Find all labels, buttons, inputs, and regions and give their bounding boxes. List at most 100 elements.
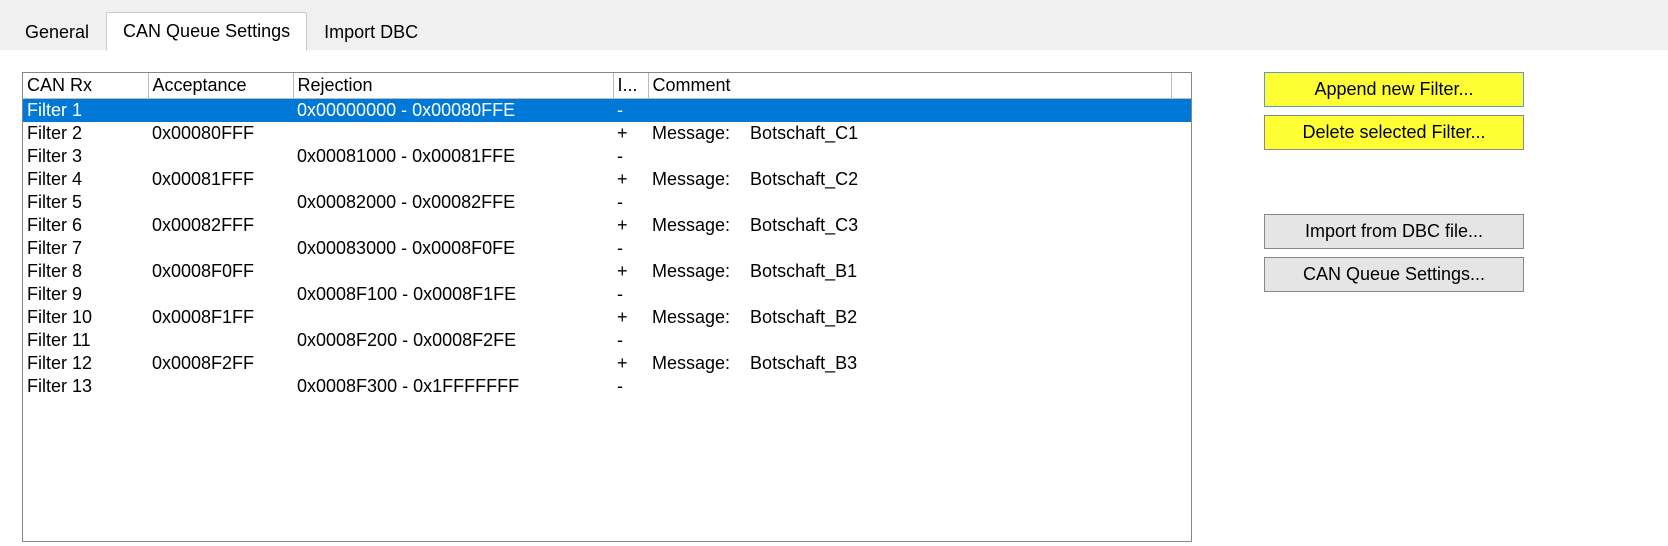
cell-spacer (1171, 237, 1191, 260)
cell-canrx: Filter 2 (23, 122, 148, 145)
cell-acceptance: 0x0008F0FF (148, 260, 293, 283)
col-comment[interactable]: Comment (648, 73, 1171, 99)
comment-value: Botschaft_B3 (750, 353, 857, 374)
cell-rejection: 0x0008F200 - 0x0008F2FE (293, 329, 613, 352)
cell-i: + (613, 306, 648, 329)
cell-rejection (293, 352, 613, 375)
cell-spacer (1171, 214, 1191, 237)
cell-rejection: 0x0008F300 - 0x1FFFFFFF (293, 375, 613, 398)
cell-rejection (293, 306, 613, 329)
cell-spacer (1171, 283, 1191, 306)
cell-rejection (293, 214, 613, 237)
table-row[interactable]: Filter 30x00081000 - 0x00081FFE- (23, 145, 1191, 168)
import-dbc-button[interactable]: Import from DBC file... (1264, 214, 1524, 249)
table-row[interactable]: Filter 80x0008F0FF+Message:Botschaft_B1 (23, 260, 1191, 283)
cell-i: - (613, 283, 648, 306)
tab-import-dbc[interactable]: Import DBC (307, 13, 435, 51)
table-row[interactable]: Filter 10x00000000 - 0x00080FFE- (23, 99, 1191, 123)
table-row[interactable]: Filter 11 0x0008F200 - 0x0008F2FE- (23, 329, 1191, 352)
cell-rejection: 0x00081000 - 0x00081FFE (293, 145, 613, 168)
cell-acceptance (148, 283, 293, 306)
cell-canrx: Filter 7 (23, 237, 148, 260)
table-row[interactable]: Filter 40x00081FFF +Message:Botschaft_C2 (23, 168, 1191, 191)
tab-general[interactable]: General (8, 13, 106, 51)
cell-canrx: Filter 4 (23, 168, 148, 191)
cell-spacer (1171, 168, 1191, 191)
cell-acceptance (148, 191, 293, 214)
cell-canrx: Filter 12 (23, 352, 148, 375)
cell-i: - (613, 237, 648, 260)
cell-canrx: Filter 9 (23, 283, 148, 306)
table-row[interactable]: Filter 20x00080FFF+Message:Botschaft_C1 (23, 122, 1191, 145)
cell-comment: Message:Botschaft_C2 (648, 168, 1171, 191)
filter-table-wrap: CAN Rx Acceptance Rejection I... Comment… (22, 72, 1192, 542)
button-spacer (1264, 158, 1524, 206)
cell-comment (648, 237, 1171, 260)
cell-acceptance: 0x0008F2FF (148, 352, 293, 375)
cell-rejection: 0x00083000 - 0x0008F0FE (293, 237, 613, 260)
cell-acceptance (148, 145, 293, 168)
table-row[interactable]: Filter 9 0x0008F100 - 0x0008F1FE- (23, 283, 1191, 306)
cell-rejection (293, 168, 613, 191)
cell-comment: Message:Botschaft_B2 (648, 306, 1171, 329)
delete-filter-button[interactable]: Delete selected Filter... (1264, 115, 1524, 150)
cell-spacer (1171, 191, 1191, 214)
table-row[interactable]: Filter 60x00082FFF +Message: Botschaft_C3 (23, 214, 1191, 237)
cell-rejection (293, 260, 613, 283)
cell-spacer (1171, 122, 1191, 145)
cell-canrx: Filter 8 (23, 260, 148, 283)
table-row[interactable]: Filter 120x0008F2FF +Message: Botschaft_B3 (23, 352, 1191, 375)
comment-label: Message: (652, 215, 730, 236)
cell-acceptance: 0x0008F1FF (148, 306, 293, 329)
filter-table[interactable]: CAN Rx Acceptance Rejection I... Comment… (23, 73, 1191, 398)
cell-i: + (613, 168, 648, 191)
col-spacer (1171, 73, 1191, 99)
comment-value: Botschaft_C2 (750, 169, 858, 190)
tab-bar: General CAN Queue Settings Import DBC (0, 0, 1668, 50)
cell-i: - (613, 145, 648, 168)
cell-i: + (613, 352, 648, 375)
col-acceptance[interactable]: Acceptance (148, 73, 293, 99)
col-rejection[interactable]: Rejection (293, 73, 613, 99)
table-row[interactable]: Filter 5 0x00082000 - 0x00082FFE- (23, 191, 1191, 214)
col-i[interactable]: I... (613, 73, 648, 99)
append-filter-button[interactable]: Append new Filter... (1264, 72, 1524, 107)
cell-rejection: 0x0008F100 - 0x0008F1FE (293, 283, 613, 306)
cell-acceptance (148, 329, 293, 352)
col-canrx[interactable]: CAN Rx (23, 73, 148, 99)
comment-label: Message: (652, 353, 730, 374)
cell-comment (648, 283, 1171, 306)
cell-comment (648, 375, 1171, 398)
cell-i: - (613, 375, 648, 398)
cell-acceptance: 0x00081FFF (148, 168, 293, 191)
cell-canrx: Filter 11 (23, 329, 148, 352)
cell-spacer (1171, 260, 1191, 283)
cell-comment (648, 99, 1171, 123)
tab-can-queue[interactable]: CAN Queue Settings (106, 12, 307, 51)
cell-acceptance (148, 375, 293, 398)
cell-comment (648, 145, 1171, 168)
cell-canrx: Filter 5 (23, 191, 148, 214)
can-queue-settings-button[interactable]: CAN Queue Settings... (1264, 257, 1524, 292)
cell-i: - (613, 329, 648, 352)
cell-comment: Message: Botschaft_B1 (648, 260, 1171, 283)
cell-acceptance: 0x00082FFF (148, 214, 293, 237)
cell-rejection: 0x00082000 - 0x00082FFE (293, 191, 613, 214)
table-row[interactable]: Filter 100x0008F1FF +Message:Botschaft_B2 (23, 306, 1191, 329)
cell-i: - (613, 191, 648, 214)
comment-label: Message: (652, 307, 730, 328)
cell-i: + (613, 122, 648, 145)
comment-value: Botschaft_B1 (750, 261, 857, 282)
comment-label: Message: (652, 261, 730, 282)
table-row[interactable]: Filter 7 0x00083000 - 0x0008F0FE- (23, 237, 1191, 260)
comment-value: Botschaft_C1 (750, 123, 858, 144)
cell-canrx: Filter 10 (23, 306, 148, 329)
cell-spacer (1171, 145, 1191, 168)
comment-value: Botschaft_C3 (750, 215, 858, 236)
content-area: CAN Rx Acceptance Rejection I... Comment… (0, 50, 1668, 542)
cell-spacer (1171, 306, 1191, 329)
cell-i: + (613, 214, 648, 237)
table-row[interactable]: Filter 130x0008F300 - 0x1FFFFFFF- (23, 375, 1191, 398)
table-header-row: CAN Rx Acceptance Rejection I... Comment (23, 73, 1191, 99)
cell-canrx: Filter 6 (23, 214, 148, 237)
